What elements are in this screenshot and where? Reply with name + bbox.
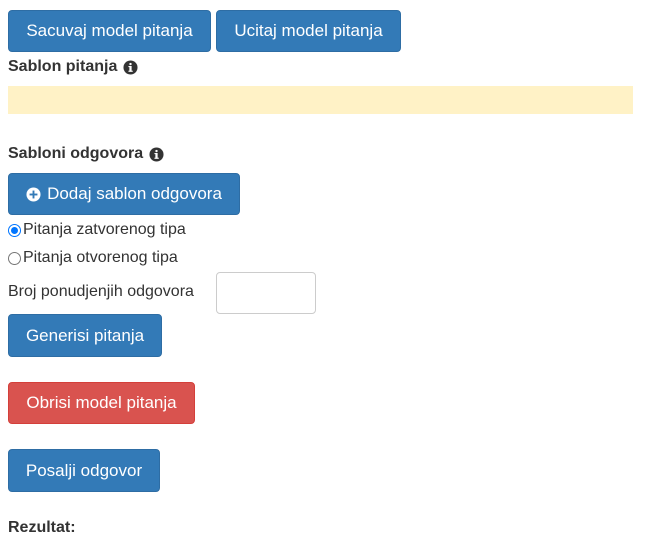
- info-circle-icon[interactable]: [123, 59, 138, 75]
- question-template-area[interactable]: [8, 86, 633, 114]
- radio-closed-questions[interactable]: Pitanja zatvorenog tipa: [8, 220, 186, 240]
- save-model-button[interactable]: Sacuvaj model pitanja: [8, 10, 211, 52]
- result-heading: Rezultat:: [8, 518, 76, 538]
- load-model-button[interactable]: Ucitaj model pitanja: [216, 10, 401, 52]
- generate-questions-button[interactable]: Generisi pitanja: [8, 314, 162, 357]
- add-answer-template-button[interactable]: Dodaj sablon odgovora: [8, 173, 240, 215]
- radio-open-questions[interactable]: Pitanja otvorenog tipa: [8, 248, 178, 268]
- result-title: Rezultat:: [8, 519, 76, 536]
- offered-answers-label: Broj ponudjenjih odgovora: [8, 283, 194, 300]
- submit-answer-button[interactable]: Posalji odgovor: [8, 449, 160, 492]
- radio-button[interactable]: [8, 251, 21, 265]
- delete-model-button[interactable]: Obrisi model pitanja: [8, 382, 195, 424]
- info-circle-icon[interactable]: [149, 146, 164, 162]
- plus-circle-icon: [26, 186, 41, 202]
- radio-button-checked[interactable]: [8, 223, 21, 237]
- question-template-heading: Sablon pitanja: [8, 57, 138, 77]
- answer-templates-title: Sabloni odgovora: [8, 145, 144, 162]
- radio-closed-label: Pitanja zatvorenog tipa: [23, 221, 186, 238]
- answer-templates-heading: Sabloni odgovora: [8, 144, 164, 164]
- question-template-title: Sablon pitanja: [8, 58, 118, 75]
- radio-open-label: Pitanja otvorenog tipa: [23, 249, 178, 266]
- add-answer-template-label: Dodaj sablon odgovora: [47, 184, 222, 203]
- offered-answers-input[interactable]: [216, 272, 316, 314]
